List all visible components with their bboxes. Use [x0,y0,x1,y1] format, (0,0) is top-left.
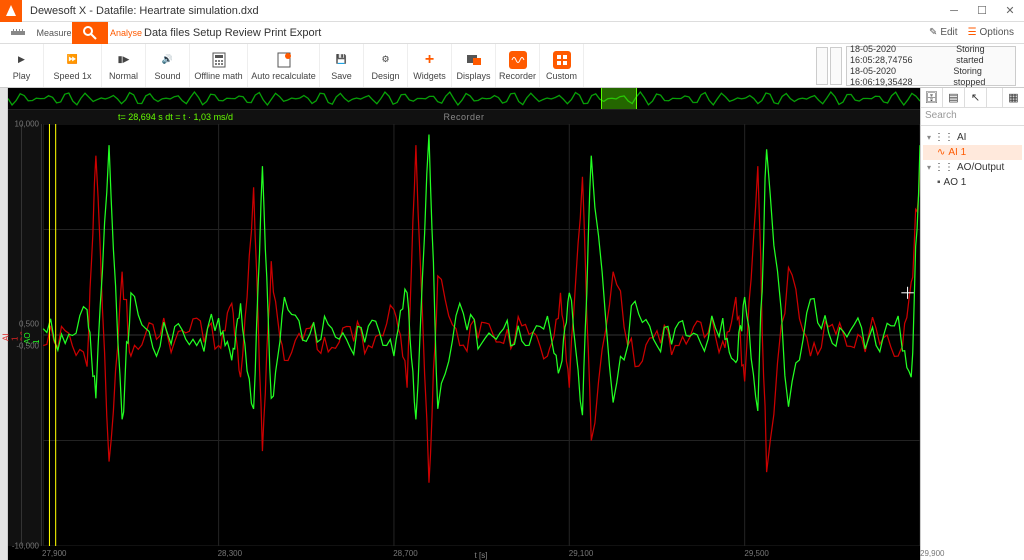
analyse-mode-button[interactable] [72,22,108,44]
panel-tabs: 🗄 ▤ ↖ ▦ [921,88,1024,108]
custom-button[interactable]: Custom [540,44,584,87]
tree-item-ai1[interactable]: ∿ AI 1 [923,145,1022,160]
auto-recalculate-button[interactable]: Auto recalculate [248,44,320,87]
menubar: Data files Setup Review Print Export [144,27,321,39]
app-logo [0,0,22,22]
channel-tree: ▾ ⋮⋮ AI ∿ AI 1 ▾ ⋮⋮ AO/Output ▪ AO 1 [921,126,1024,194]
menu-setup[interactable]: Setup [193,27,222,39]
maximize-button[interactable]: ☐ [968,0,996,22]
fast-forward-icon: ⏩ [64,51,82,69]
design-button[interactable]: ⚙Design [364,44,408,87]
play-button[interactable]: ▶Play [0,44,44,87]
custom-icon [553,51,571,69]
status-cursor-icon[interactable] [830,47,842,85]
channel-panel: 🗄 ▤ ↖ ▦ Search ▾ ⋮⋮ AI ∿ AI 1 ▾ ⋮⋮ AO/Ou… [920,88,1024,560]
recorder-button[interactable]: Recorder [496,44,540,87]
options-link[interactable]: ☰ Options [968,27,1014,38]
measure-label: Measure [36,28,72,38]
menu-print[interactable]: Print [264,27,287,39]
tab-storage-icon[interactable]: 🗄 [921,88,943,107]
menu-data-files[interactable]: Data files [144,27,190,39]
save-button[interactable]: 💾Save [320,44,364,87]
tab-grid-icon[interactable]: ▦ [1002,88,1024,107]
speed-button[interactable]: ⏩Speed 1x [44,44,102,87]
gear-icon: ⚙ [377,51,395,69]
tab-cursor-icon[interactable]: ↖ [965,88,987,107]
tree-item-ao1[interactable]: ▪ AO 1 [923,175,1022,190]
plot-area[interactable]: Recorder t= 28,694 s dt = t · 1,03 ms/d … [8,88,920,560]
overview-strip[interactable] [8,88,920,110]
menu-export[interactable]: Export [290,27,322,39]
analyse-label: Analyse [108,28,144,38]
x-axis[interactable]: t [s] 27,90028,30028,70029,10029,50029,9… [42,546,920,560]
speaker-icon: 🔊 [159,51,177,69]
menu-review[interactable]: Review [225,27,261,39]
sound-button[interactable]: 🔊Sound [146,44,190,87]
window-title: Dewesoft X - Datafile: Heartrate simulat… [30,5,259,17]
save-icon: 💾 [333,51,351,69]
toolbar: ▶Play ⏩Speed 1x ▮▶Normal 🔊Sound Offline … [0,44,1024,88]
normal-icon: ▮▶ [115,51,133,69]
mode-menu-bar: Measure Analyse Data files Setup Review … [0,22,1024,44]
close-button[interactable]: ✕ [996,0,1024,22]
offline-math-button[interactable]: Offline math [190,44,248,87]
tree-group-ai[interactable]: ▾ ⋮⋮ AI [923,130,1022,145]
tree-group-ao[interactable]: ▾ ⋮⋮ AO/Output [923,160,1022,175]
displays-icon [465,51,483,69]
overview-selection[interactable] [601,88,637,109]
edit-link[interactable]: ✎ Edit [929,27,958,38]
channel-search[interactable]: Search [921,108,1024,126]
plus-icon: + [421,51,439,69]
workspace: Recorder t= 28,694 s dt = t · 1,03 ms/d … [0,88,1024,560]
normal-button[interactable]: ▮▶Normal [102,44,146,87]
measure-mode-button[interactable] [0,22,36,44]
play-icon: ▶ [13,51,31,69]
recalc-icon [275,51,293,69]
chart-canvas[interactable] [8,124,920,546]
tab-list-icon[interactable]: ▤ [943,88,965,107]
displays-button[interactable]: Displays [452,44,496,87]
widgets-button[interactable]: +Widgets [408,44,452,87]
calculator-icon [210,51,228,69]
left-gutter[interactable] [0,88,8,560]
status-scroll-icon[interactable] [816,47,828,85]
cursor-info: t= 28,694 s dt = t · 1,03 ms/d [118,112,233,122]
minimize-button[interactable]: ─ [940,0,968,22]
x-axis-label: t [s] [475,551,488,560]
status-log: 18-05-2020 16:05:28,74756Storing started… [846,46,1016,86]
titlebar: Dewesoft X - Datafile: Heartrate simulat… [0,0,1024,22]
recorder-icon [509,51,527,69]
